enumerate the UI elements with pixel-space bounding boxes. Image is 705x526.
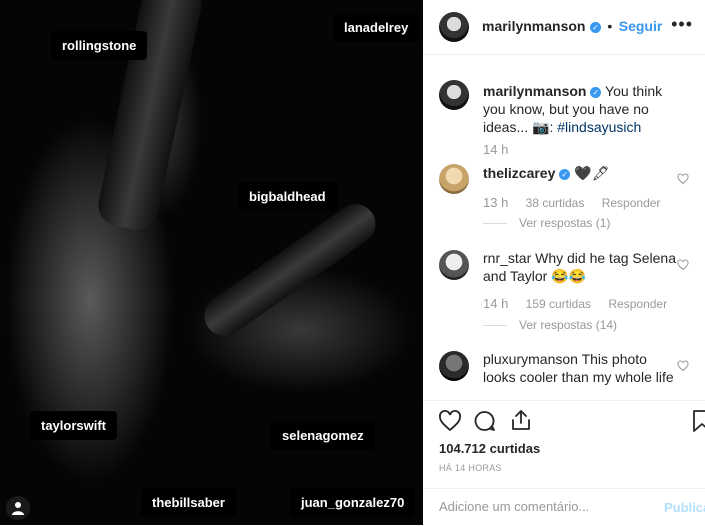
post-header: marilynmanson ✓ • Seguir ••• <box>423 0 705 55</box>
view-replies[interactable]: Ver respostas (14) <box>483 318 617 332</box>
post-sidebar: marilynmanson ✓ • Seguir ••• marilynmans… <box>423 0 705 525</box>
photo-tag[interactable]: juan_gonzalez70 <box>290 488 416 517</box>
header-user-line: marilynmanson ✓ • Seguir <box>482 18 662 36</box>
comment-likes[interactable]: 159 curtidas <box>526 297 591 311</box>
verified-icon: ✓ <box>590 87 602 98</box>
bookmark-icon[interactable] <box>691 409 705 433</box>
comment-time: 14 h <box>483 296 509 311</box>
avatar[interactable] <box>439 351 469 381</box>
comment-item: thelizcarey ✓ 🖤🖋 13 h 38 curtidas Respon… <box>439 162 697 232</box>
comment-meta: 14 h 159 curtidas Responder <box>483 296 681 311</box>
caption-username[interactable]: marilynmanson <box>483 83 586 99</box>
like-comment-icon[interactable] <box>677 259 689 271</box>
user-tags-icon[interactable] <box>6 496 30 520</box>
reply-button[interactable]: Responder <box>608 297 667 311</box>
photo-tag[interactable]: thebillsaber <box>141 488 236 517</box>
share-icon[interactable] <box>509 408 533 432</box>
comments-list[interactable]: marilynmanson ✓ You think you know, but … <box>423 54 705 400</box>
comment-icon[interactable] <box>473 409 497 433</box>
comment-body: 🖤🖋 <box>574 165 610 181</box>
post-photo[interactable]: rollingstone lanadelrey bigbaldhead tayl… <box>0 0 423 525</box>
photo-tag[interactable]: lanadelrey <box>333 13 420 42</box>
like-comment-icon[interactable] <box>677 173 689 185</box>
reply-button[interactable]: Responder <box>602 196 661 210</box>
comment-username[interactable]: rnr_star <box>483 250 531 266</box>
avatar[interactable] <box>439 80 469 110</box>
view-replies-label: Ver respostas (14) <box>519 318 618 332</box>
post-actions: 104.712 curtidas HÁ 14 HORAS <box>423 400 705 489</box>
avatar[interactable] <box>439 164 469 194</box>
caption-time: 14 h <box>483 142 509 157</box>
likes-count[interactable]: 104.712 curtidas <box>439 441 540 456</box>
hashtag-link[interactable]: #lindsayusich <box>557 119 641 135</box>
replies-line <box>483 223 507 225</box>
add-comment-input[interactable] <box>439 499 639 514</box>
heart-icon[interactable] <box>438 409 462 433</box>
comment-likes[interactable]: 38 curtidas <box>526 196 585 210</box>
caption: marilynmanson ✓ You think you know, but … <box>439 78 697 168</box>
verified-icon: ✓ <box>559 169 571 180</box>
comment-item: rnr_star Why did he tag Selena and Taylo… <box>439 249 697 332</box>
photo-tag[interactable]: selenagomez <box>271 421 375 450</box>
verified-icon: ✓ <box>589 22 601 33</box>
separator-dot: • <box>607 18 613 34</box>
photo-tag[interactable]: taylorswift <box>30 411 118 440</box>
photo-tag[interactable]: rollingstone <box>51 31 148 60</box>
more-horizontal-icon[interactable]: ••• <box>671 14 693 35</box>
publish-button[interactable]: Publicar <box>664 500 705 515</box>
view-replies-label: Ver respostas (1) <box>519 216 611 230</box>
replies-line <box>483 325 507 327</box>
like-comment-icon[interactable] <box>677 360 689 372</box>
avatar[interactable] <box>439 12 469 42</box>
post-timestamp: HÁ 14 HORAS <box>439 463 502 473</box>
caption-text: marilynmanson ✓ You think you know, but … <box>483 82 683 136</box>
comment-text: thelizcarey ✓ 🖤🖋 <box>483 164 683 182</box>
comment-meta: 13 h 38 curtidas Responder <box>483 195 674 210</box>
add-comment-bar: Publicar <box>423 488 705 526</box>
comment-text: pluxurymanson This photo looks cooler th… <box>483 350 683 386</box>
comment-time: 13 h <box>483 195 509 210</box>
comment-text: rnr_star Why did he tag Selena and Taylo… <box>483 249 683 285</box>
photo-tag[interactable]: bigbaldhead <box>238 182 337 211</box>
comment-username[interactable]: pluxurymanson <box>483 351 578 367</box>
avatar[interactable] <box>439 250 469 280</box>
follow-button[interactable]: Seguir <box>619 18 663 34</box>
comment-username[interactable]: thelizcarey <box>483 165 555 181</box>
comment-item: pluxurymanson This photo looks cooler th… <box>439 350 697 400</box>
bottle-shape <box>196 196 384 344</box>
view-replies[interactable]: Ver respostas (1) <box>483 216 610 230</box>
header-username[interactable]: marilynmanson <box>482 18 585 34</box>
